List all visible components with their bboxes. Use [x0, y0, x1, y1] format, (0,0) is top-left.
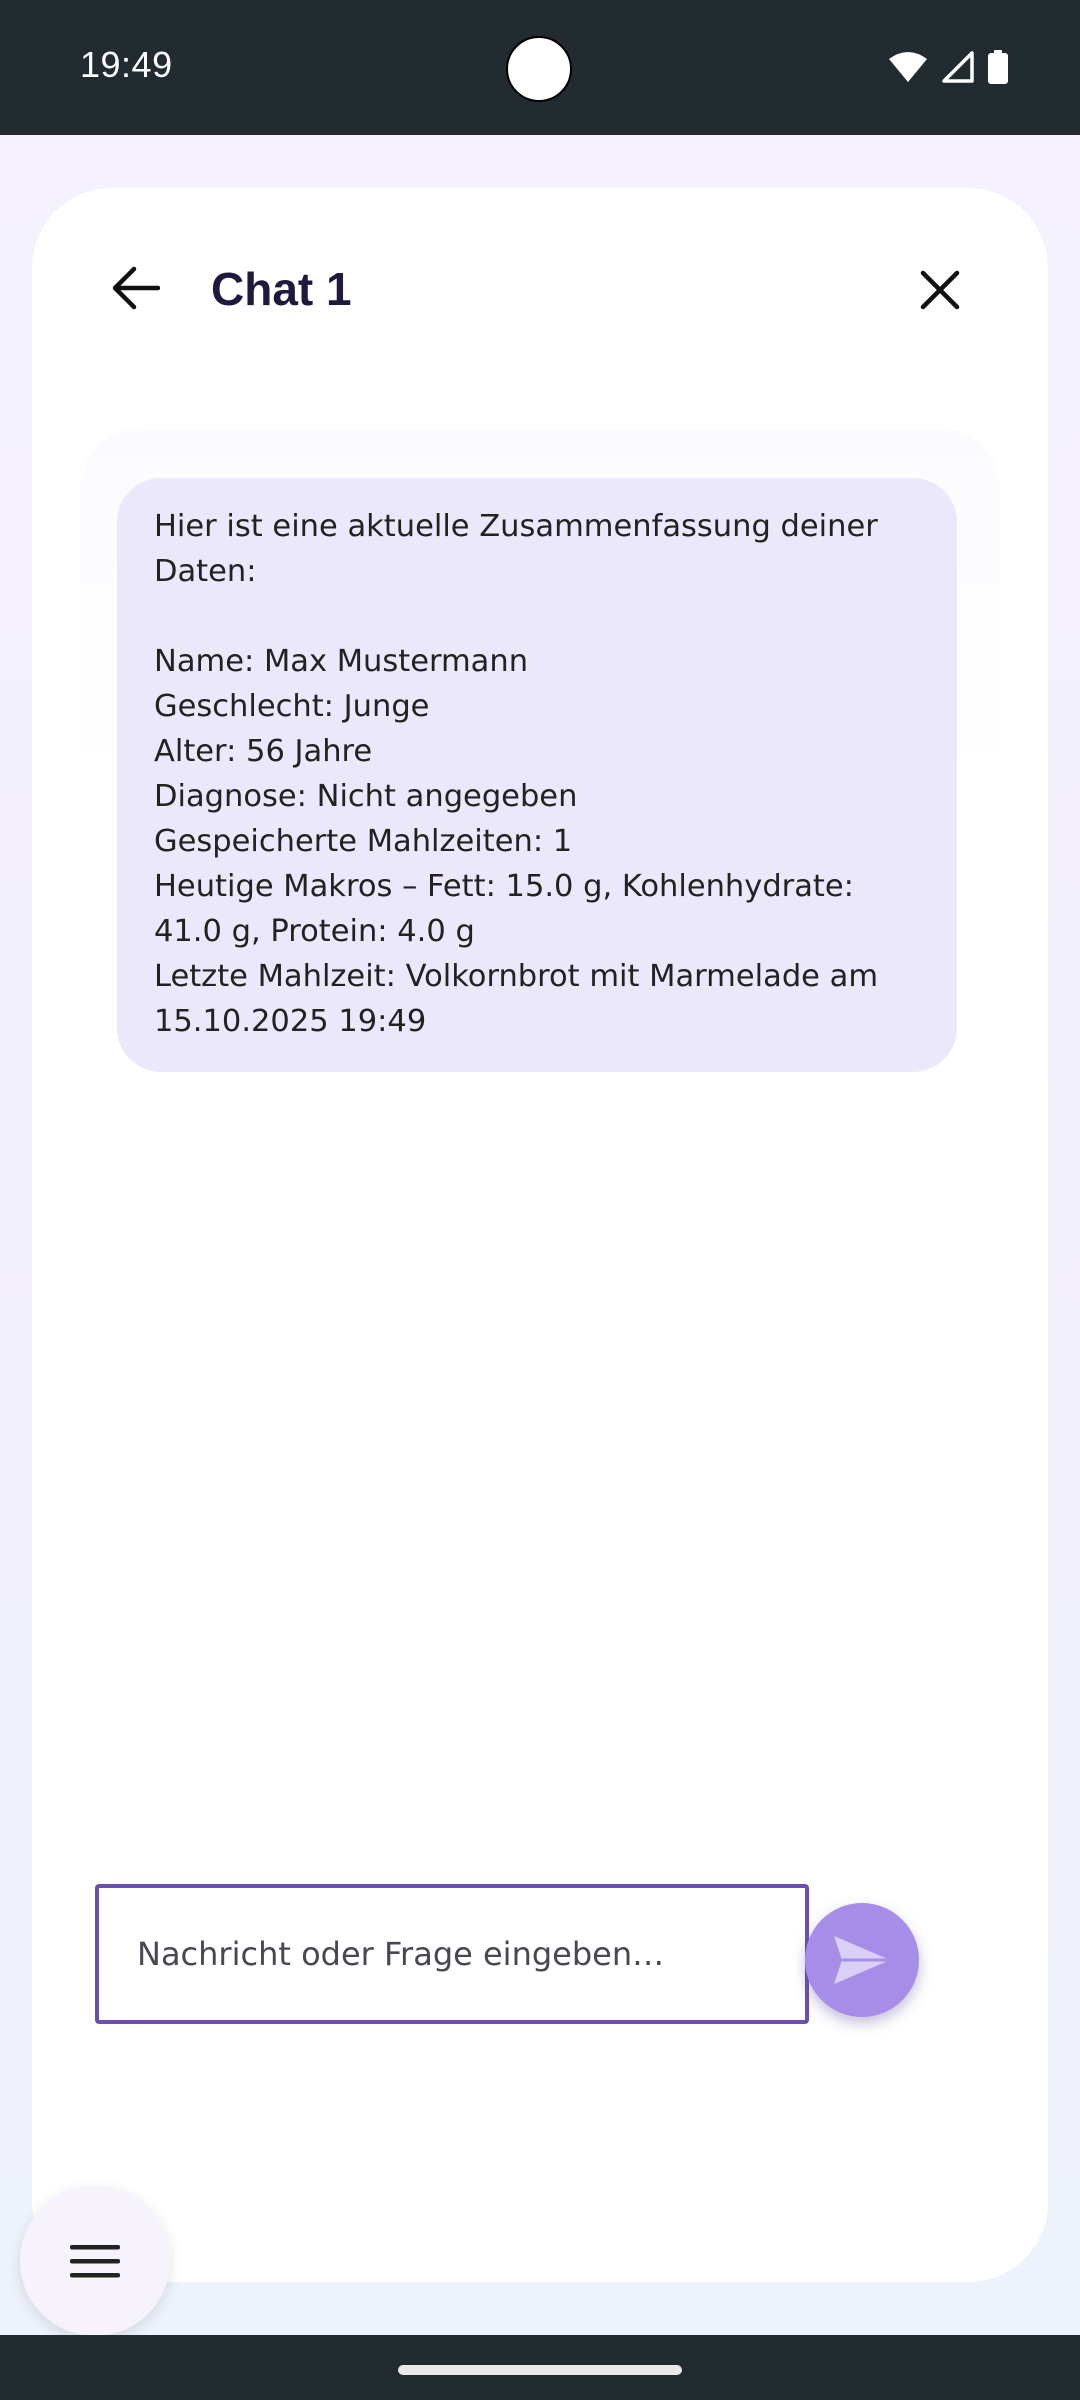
status-icons — [888, 50, 1008, 84]
status-bar: 19:49 — [0, 0, 1080, 135]
back-button[interactable] — [104, 256, 168, 320]
home-indicator[interactable] — [398, 2365, 682, 2375]
close-icon — [920, 270, 960, 310]
menu-button[interactable] — [20, 2186, 170, 2336]
close-button[interactable] — [910, 260, 970, 320]
system-navigation-bar — [0, 2335, 1080, 2400]
send-button[interactable] — [805, 1903, 919, 2017]
menu-icon — [70, 2245, 120, 2278]
wifi-icon — [889, 52, 927, 82]
arrow-back-icon — [112, 266, 160, 310]
camera-cutout — [506, 36, 572, 102]
chat-title: Chat 1 — [211, 263, 352, 315]
message-input-field[interactable] — [95, 1884, 809, 2024]
status-time: 19:49 — [80, 44, 173, 85]
chat-header: Chat 1 — [32, 188, 1048, 398]
send-icon — [834, 1936, 890, 1984]
battery-icon — [988, 50, 1008, 84]
message-input[interactable] — [99, 1935, 805, 1973]
assistant-message-bubble: Hier ist eine aktuelle Zusammenfassung d… — [117, 478, 957, 1072]
cellular-signal-icon — [942, 51, 974, 83]
